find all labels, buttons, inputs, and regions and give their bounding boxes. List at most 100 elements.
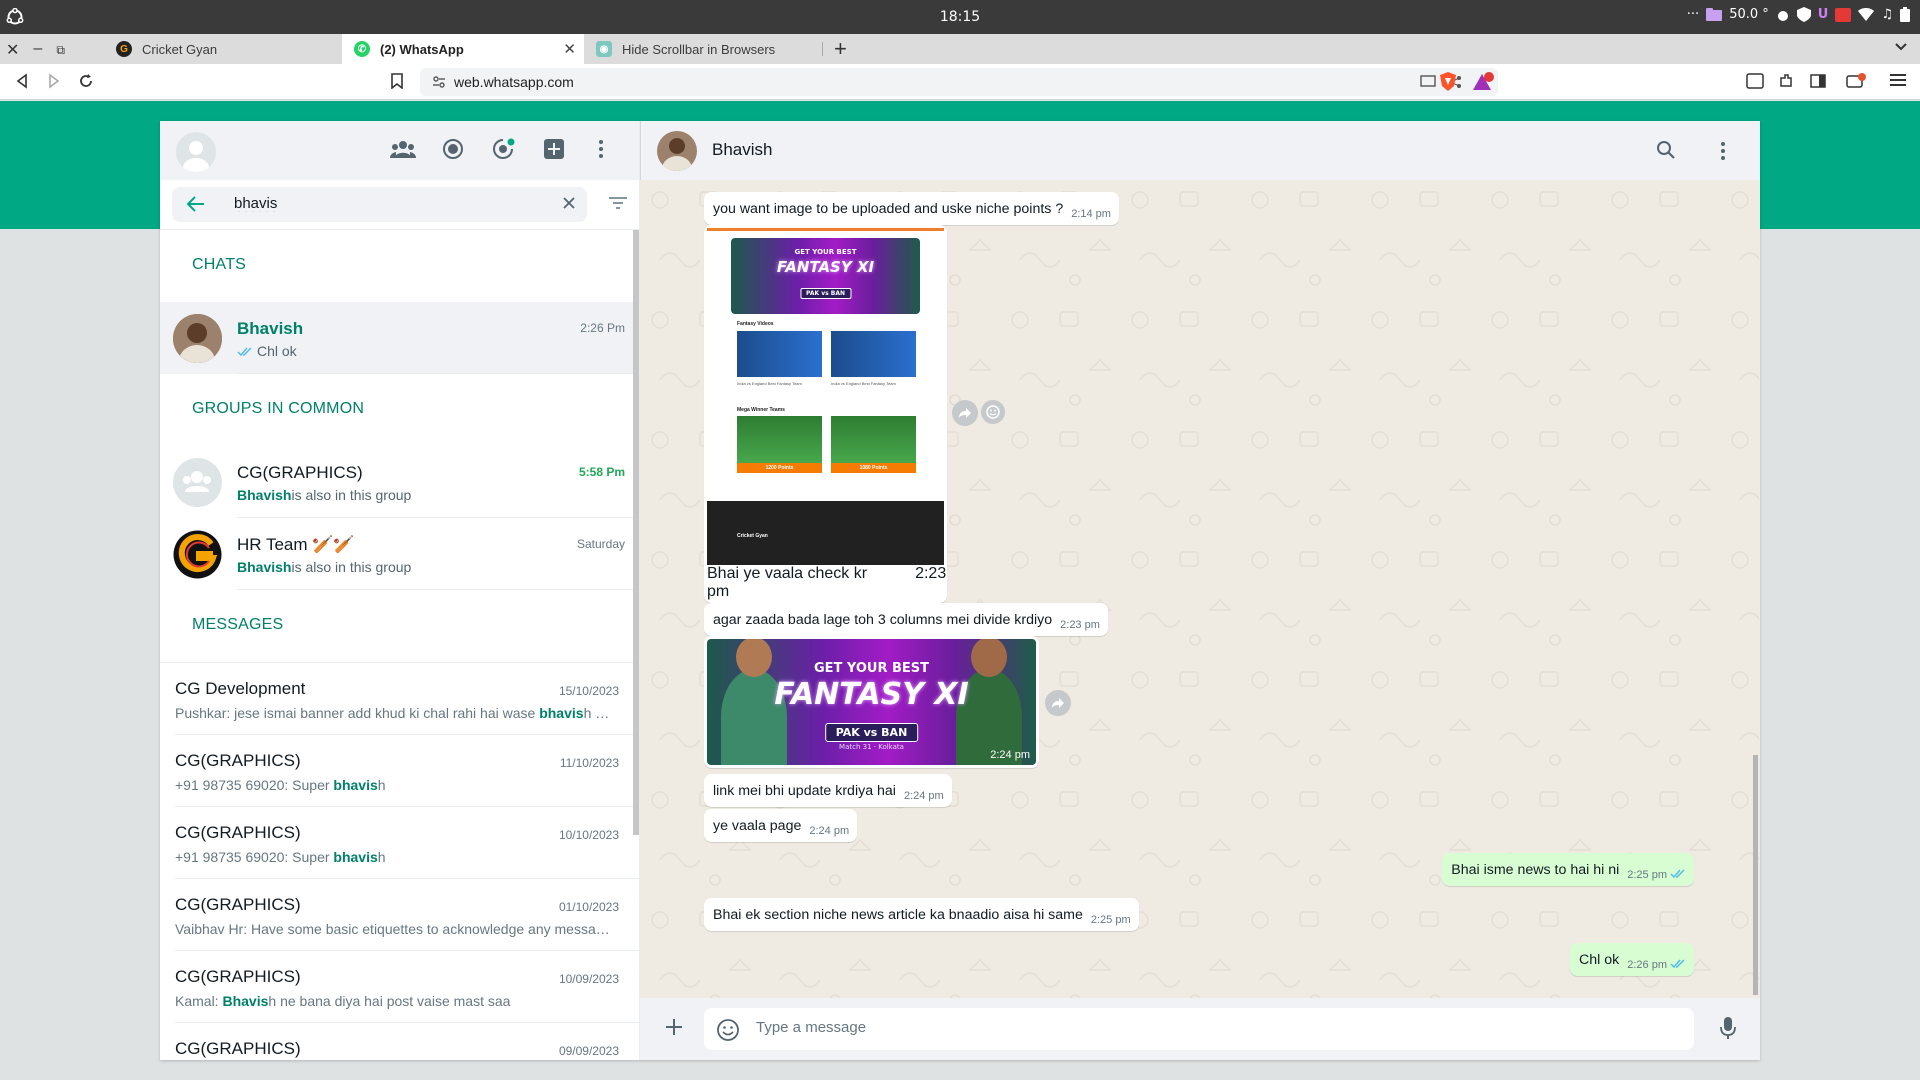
new-chat-icon[interactable]: [543, 138, 565, 160]
message-result[interactable]: CG Development 15/10/2023 Pushkar: jese …: [175, 663, 639, 735]
message-result[interactable]: CG(GRAPHICS) 11/10/2023 +91 98735 69020:…: [175, 735, 639, 807]
conversation-scrollbar[interactable]: [1753, 755, 1758, 995]
read-ticks-icon: [1670, 958, 1686, 969]
forward-icon[interactable]: [46, 73, 62, 89]
message-box[interactable]: [704, 1008, 1694, 1050]
search-box[interactable]: [172, 187, 587, 222]
message-result[interactable]: CG(GRAPHICS) 01/10/2023 Vaibhav Hr: Have…: [175, 879, 639, 951]
bug-icon[interactable]: [1776, 8, 1790, 22]
match-highlight: Bhavish: [237, 559, 292, 575]
status-icon[interactable]: [442, 138, 464, 160]
website-screenshot-image[interactable]: GET YOUR BEST FANTASY XI PAK vs BAN Fant…: [707, 228, 944, 565]
message-result[interactable]: CG(GRAPHICS) 10/09/2023 Kamal: Bhavish n…: [175, 951, 639, 1023]
section-groups: GROUPS IN COMMON: [192, 400, 365, 417]
wallet-icon[interactable]: [1846, 73, 1866, 89]
search-row: [160, 180, 639, 230]
microphone-icon[interactable]: [1720, 1016, 1736, 1040]
incoming-image-message[interactable]: GET YOUR BEST FANTASY XI PAK vs BAN Matc…: [704, 636, 1039, 768]
shield-icon[interactable]: [1796, 7, 1811, 22]
forward-icon[interactable]: [1045, 690, 1071, 716]
tab-search-chevron-icon[interactable]: [1894, 42, 1908, 52]
tab-cricket-gyan[interactable]: G Cricket Gyan: [104, 34, 342, 64]
message-result[interactable]: CG(GRAPHICS) 09/09/2023: [175, 1023, 639, 1060]
message-input[interactable]: [756, 1019, 1656, 1036]
channels-icon[interactable]: [492, 138, 516, 160]
system-clock[interactable]: 18:15: [0, 9, 1920, 25]
whatsapp-favicon: ✆: [354, 41, 370, 57]
tab-hide-scrollbar[interactable]: ◉ Hide Scrollbar in Browsers: [584, 34, 822, 64]
music-icon[interactable]: ♫: [1881, 7, 1893, 22]
incoming-image-message[interactable]: GET YOUR BEST FANTASY XI PAK vs BAN Fant…: [704, 225, 947, 603]
reload-icon[interactable]: [78, 73, 94, 89]
bookmark-icon[interactable]: [390, 73, 404, 89]
chat-item-bhavish[interactable]: Bhavish 2:26 Pm Chl ok: [160, 302, 639, 374]
emoji-icon[interactable]: [716, 1018, 740, 1042]
conversation-header[interactable]: Bhavish: [640, 121, 1760, 180]
folder-icon[interactable]: [1706, 8, 1723, 21]
cast-icon[interactable]: [1420, 75, 1436, 89]
extensions-icon[interactable]: [1778, 73, 1794, 89]
incoming-message[interactable]: link mei bhi update krdiya hai 2:24 pm: [704, 774, 952, 807]
contact-avatar[interactable]: [657, 131, 697, 171]
clear-search-icon[interactable]: [561, 195, 577, 211]
new-tab-button[interactable]: +: [834, 34, 847, 64]
back-arrow-icon[interactable]: [186, 195, 206, 213]
fantasy-banner-image[interactable]: GET YOUR BEST FANTASY XI PAK vs BAN Matc…: [707, 639, 1036, 765]
outgoing-message[interactable]: Chl ok 2:26 pm: [1570, 943, 1694, 976]
message-time: 2:24 pm: [990, 749, 1030, 761]
incoming-message[interactable]: agar zaada bada lage toh 3 columns mei d…: [704, 603, 1108, 636]
my-avatar[interactable]: [176, 132, 216, 172]
search-icon[interactable]: [1656, 140, 1676, 160]
minimize-window-icon[interactable]: –: [33, 40, 42, 60]
tab-whatsapp[interactable]: ✆ (2) WhatsApp ✕: [342, 34, 584, 64]
site-info-icon[interactable]: [432, 75, 446, 89]
address-bar[interactable]: web.whatsapp.com: [420, 68, 1498, 96]
battery-icon[interactable]: [1900, 7, 1910, 22]
menu-kebab-icon[interactable]: [1720, 140, 1726, 162]
menu-icon[interactable]: [1890, 73, 1906, 87]
incoming-message[interactable]: you want image to be uploaded and uske n…: [704, 192, 1119, 225]
restore-window-icon[interactable]: ⧉: [56, 43, 65, 60]
system-tray[interactable]: ··· 50.0 ° U ♫: [1687, 7, 1910, 22]
group-item-hr-team[interactable]: HR Team 🏏🏏 Saturday Bhavish is also in t…: [160, 518, 639, 590]
cricket-gyan-favicon: G: [116, 41, 132, 57]
incoming-message[interactable]: Bhai ek section niche news article ka bn…: [704, 898, 1139, 931]
sidebar-icon[interactable]: [1810, 73, 1826, 89]
message-time: 2:23 pm: [1060, 619, 1100, 631]
brave-shields-icon[interactable]: [1439, 72, 1457, 92]
result-date: 15/10/2023: [558, 684, 619, 698]
group-item-cg-graphics[interactable]: CG(GRAPHICS) 5:58 Pm Bhavish is also in …: [160, 446, 639, 518]
close-tab-icon[interactable]: ✕: [563, 40, 576, 58]
communities-icon[interactable]: [390, 138, 416, 160]
message-time: 2:25 pm: [1090, 914, 1131, 926]
message-list: you want image to be uploaded and uske n…: [640, 180, 1760, 998]
result-date: 10/09/2023: [558, 972, 619, 986]
section-chats: CHATS: [192, 256, 247, 273]
close-window-icon[interactable]: ✕: [6, 40, 19, 60]
group-time: 5:58 Pm: [578, 465, 625, 479]
reader-mode-icon[interactable]: [1746, 73, 1764, 89]
outgoing-message[interactable]: Bhai isme news to hai hi ni 2:25 pm: [1442, 853, 1694, 886]
contact-name[interactable]: Bhavish: [712, 140, 772, 160]
back-icon[interactable]: [14, 73, 30, 89]
menu-kebab-icon[interactable]: [598, 138, 604, 160]
more-icon[interactable]: ···: [1687, 7, 1699, 22]
filter-icon[interactable]: [609, 196, 627, 210]
os-top-bar: 18:15 ··· 50.0 ° U ♫: [0, 0, 1920, 34]
search-input[interactable]: [234, 195, 534, 212]
forward-icon[interactable]: [952, 400, 978, 426]
wifi-icon[interactable]: [1858, 8, 1875, 21]
tab-title: (2) WhatsApp: [380, 41, 464, 57]
brave-rewards-icon[interactable]: [1472, 72, 1494, 92]
window-controls: ✕ – ⧉: [6, 40, 65, 60]
group-avatar: [173, 457, 222, 507]
attach-plus-icon[interactable]: [664, 1017, 684, 1037]
match-highlight: Bhavish: [237, 487, 292, 503]
record-icon[interactable]: [1835, 7, 1852, 22]
message-result[interactable]: CG(GRAPHICS) 10/10/2023 +91 98735 69020:…: [175, 807, 639, 879]
react-emoji-icon[interactable]: [981, 400, 1005, 424]
result-snippet: +91 98735 69020: Super bhavish: [175, 777, 386, 793]
chat-list-scrollbar[interactable]: [633, 230, 639, 835]
u-icon[interactable]: U: [1818, 7, 1829, 22]
incoming-message[interactable]: ye vaala page 2:24 pm: [704, 809, 858, 842]
